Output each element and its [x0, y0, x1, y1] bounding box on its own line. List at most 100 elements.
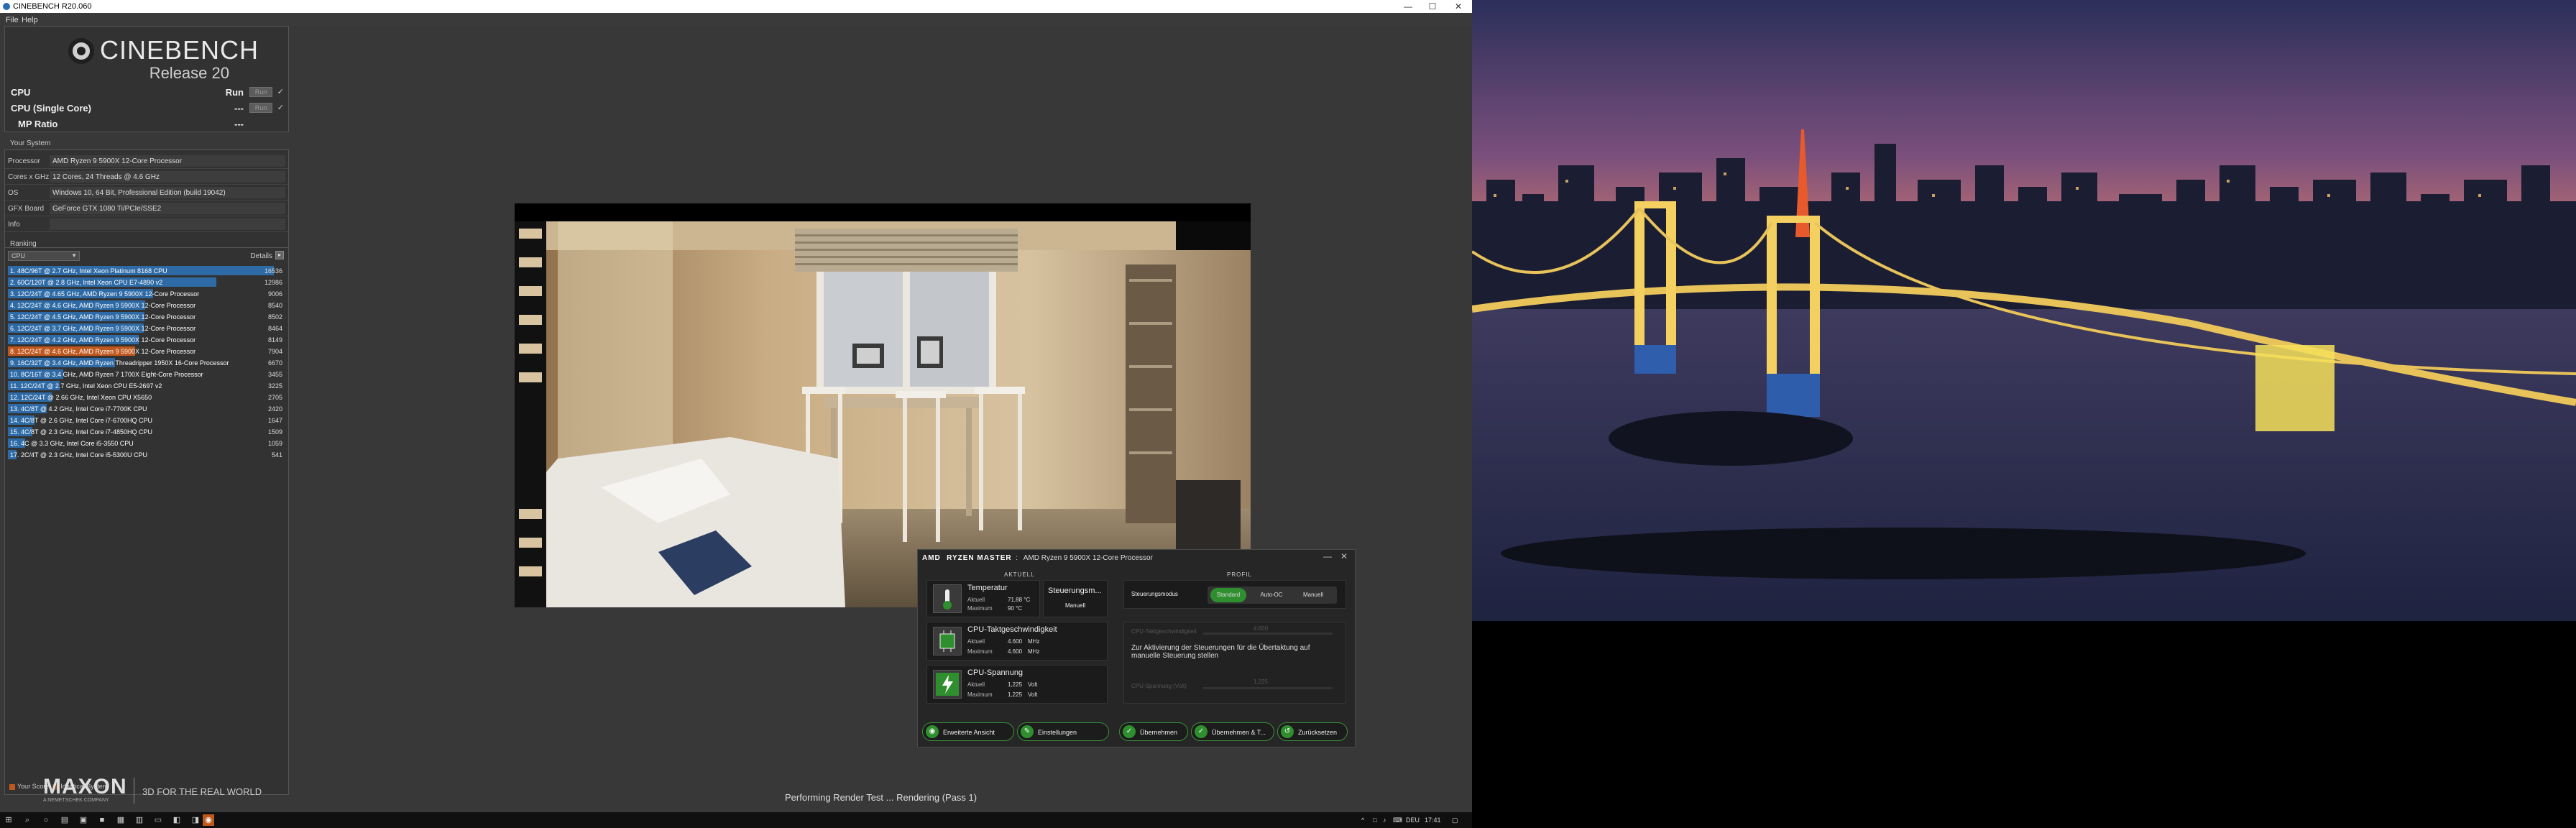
faded-voltage-label: CPU-Spannung (Volt) — [1131, 683, 1187, 689]
clock-max-value: 4.600 — [1008, 648, 1023, 655]
ranking-item[interactable]: 14. 4C/8T @ 2.6 GHz, Intel Core i7-6700H… — [8, 415, 285, 426]
expanded-view-button[interactable]: ◉ Erweiterte Ansicht — [922, 722, 1014, 741]
system-value: GeForce GTX 1080 Ti/PCIe/SSE2 — [50, 203, 285, 214]
clock-max-unit: MHz — [1028, 648, 1040, 655]
ranking-item-text: 17. 2C/4T @ 2.3 GHz, Intel Core i5-5300U… — [10, 451, 148, 459]
ranking-item-text: 11. 12C/24T @ 2.7 GHz, Intel Xeon CPU E5… — [10, 382, 162, 390]
ranking-item-score: 541 — [271, 451, 282, 459]
voltage-label: CPU-Spannung — [967, 668, 1024, 677]
windows-start-icon[interactable]: ⊞ — [3, 814, 14, 826]
ranking-item-score: 8464 — [267, 325, 282, 332]
voltage-max-label: Maximum — [967, 691, 993, 698]
maximize-button[interactable]: ☐ — [1422, 0, 1443, 13]
app-icon-6[interactable]: ◧ — [171, 814, 183, 826]
system-value: Windows 10, 64 Bit, Professional Edition… — [50, 187, 285, 198]
input-language[interactable]: DEU — [1406, 816, 1420, 824]
ranking-item[interactable]: 10. 8C/16T @ 3.4 GHz, AMD Ryzen 7 1700X … — [8, 369, 285, 380]
window-title: CINEBENCH R20.060 — [13, 2, 92, 11]
system-box: Processor AMD Ryzen 9 5900X 12-Core Proce… — [4, 150, 289, 257]
app-icon-1[interactable]: ▤ — [59, 814, 70, 826]
ranking-item[interactable]: 7. 12C/24T @ 4.2 GHz, AMD Ryzen 9 5900X … — [8, 334, 285, 346]
system-value: AMD Ryzen 9 5900X 12-Core Processor — [50, 155, 285, 167]
bench-single-run-button[interactable]: Run — [249, 103, 272, 113]
info-field[interactable] — [50, 218, 285, 230]
system-row: OS Windows 10, 64 Bit, Professional Editi… — [5, 185, 288, 201]
settings-label: Einstellungen — [1038, 729, 1077, 736]
ranking-item[interactable]: 3. 12C/24T @ 4.65 GHz, AMD Ryzen 9 5900X… — [8, 288, 285, 300]
faded-clock-label: CPU-Taktgeschwindigkeit — [1131, 628, 1197, 635]
ranking-item[interactable]: 8. 12C/24T @ 4.6 GHz, AMD Ryzen 9 5900X … — [8, 346, 285, 357]
app-icon-5[interactable]: ▥ — [134, 814, 145, 826]
status-text: Performing Render Test ... Rendering (Pa… — [785, 792, 978, 803]
maxon-tagline: 3D FOR THE REAL WORLD — [142, 786, 262, 797]
ranking-item-text: 6. 12C/24T @ 3.7 GHz, AMD Ryzen 9 5900X … — [10, 325, 196, 332]
ryzen-minimize-button[interactable]: — — [1323, 551, 1332, 561]
ranking-item-text: 13. 4C/8T @ 4.2 GHz, Intel Core i7-7700K… — [10, 405, 147, 413]
app-icon-7[interactable]: ◨ — [190, 814, 201, 826]
bench-single-checkbox[interactable]: ✓ — [277, 103, 284, 112]
notification-icon[interactable]: ▢ — [1452, 816, 1458, 824]
ranking-item-score: 8502 — [267, 313, 282, 321]
tray-chevron-icon[interactable]: ^ — [1361, 816, 1364, 824]
network-icon[interactable]: □ — [1373, 816, 1376, 824]
bench-mp-value: --- — [234, 119, 244, 129]
mode-manual[interactable]: Manuell — [1294, 588, 1333, 602]
system-value: 12 Cores, 24 Threads @ 4.6 GHz — [50, 171, 285, 183]
task-view-icon[interactable]: ○ — [40, 814, 52, 826]
expanded-view-label: Erweiterte Ansicht — [943, 729, 995, 736]
menu-file[interactable]: File — [6, 16, 19, 24]
ranking-item-score: 1509 — [267, 428, 282, 436]
ranking-item-score: 8540 — [267, 302, 282, 309]
close-button[interactable]: ✕ — [1448, 0, 1469, 13]
settings-button[interactable]: ✎ Einstellungen — [1017, 722, 1109, 741]
mode-auto-oc[interactable]: Auto-OC — [1252, 588, 1291, 602]
ranking-item-score: 6670 — [267, 359, 282, 367]
ranking-select[interactable]: CPU ▼ — [8, 251, 80, 261]
ranking-item[interactable]: 16. 4C @ 3.3 GHz, Intel Core i5-3550 CPU… — [8, 438, 285, 449]
minimize-button[interactable]: — — [1397, 0, 1419, 13]
maxon-logo: MAXON — [43, 775, 127, 799]
ranking-item[interactable]: 11. 12C/24T @ 2.7 GHz, Intel Xeon CPU E5… — [8, 380, 285, 392]
apply-test-label: Übernehmen & T... — [1212, 729, 1266, 736]
ranking-item[interactable]: 9. 16C/32T @ 3.4 GHz, AMD Ryzen Threadri… — [8, 357, 285, 369]
cinebench-logo-icon — [68, 38, 94, 64]
app-icon-3[interactable]: ■ — [96, 814, 108, 826]
screen: CINEBENCH R20.060 — ☐ ✕ File Help CINEBE… — [0, 0, 2576, 828]
folder-icon[interactable]: ▭ — [152, 814, 164, 826]
clock-time[interactable]: 17:41 — [1425, 816, 1441, 824]
clock-label: CPU-Taktgeschwindigkeit — [967, 625, 1057, 634]
your-score-swatch — [9, 783, 15, 790]
ranking-item[interactable]: 4. 12C/24T @ 4.6 GHz, AMD Ryzen 9 5900X … — [8, 300, 285, 311]
ranking-item[interactable]: 13. 4C/8T @ 4.2 GHz, Intel Core i7-7700K… — [8, 403, 285, 415]
details-toggle-button[interactable]: ▸ — [275, 251, 284, 259]
mode-segmented-control: Standard Auto-OC Manuell — [1208, 586, 1337, 604]
ranking-item[interactable]: 17. 2C/4T @ 2.3 GHz, Intel Core i5-5300U… — [8, 449, 285, 461]
system-title: Your System — [10, 139, 51, 147]
desktop-wallpaper — [1472, 0, 2576, 621]
mode-standard[interactable]: Standard — [1210, 588, 1246, 602]
ranking-item[interactable]: 1. 48C/96T @ 2.7 GHz, Intel Xeon Platinu… — [8, 265, 285, 277]
search-icon[interactable]: ⌕ — [22, 814, 33, 826]
bench-cpu-run-button[interactable]: Run — [249, 87, 272, 97]
ranking-item[interactable]: 15. 4C/8T @ 2.3 GHz, Intel Core i7-4850H… — [8, 426, 285, 438]
ryzen-close-button[interactable]: ✕ — [1340, 551, 1348, 561]
cinebench-taskbar-icon[interactable]: ◉ — [203, 814, 214, 826]
volume-icon[interactable]: ♪ — [1383, 816, 1386, 824]
menu-help[interactable]: Help — [22, 16, 38, 24]
apply-button[interactable]: ✓ Übernehmen — [1119, 722, 1188, 741]
bench-cpu-checkbox[interactable]: ✓ — [277, 87, 284, 96]
ryzen-master-window: AMD RYZEN MASTER : AMD Ryzen 9 5900X 12-… — [917, 549, 1356, 748]
app-icon-2[interactable]: ▣ — [78, 814, 89, 826]
ranking-item[interactable]: 12. 12C/24T @ 2.66 GHz, Intel Xeon CPU X… — [8, 392, 285, 403]
ranking-item[interactable]: 5. 12C/24T @ 4.5 GHz, AMD Ryzen 9 5900X … — [8, 311, 285, 323]
ranking-item[interactable]: 6. 12C/24T @ 3.7 GHz, AMD Ryzen 9 5900X … — [8, 323, 285, 334]
ranking-item-score: 8149 — [267, 336, 282, 344]
app-icon-4[interactable]: ▦ — [115, 814, 126, 826]
keyboard-icon[interactable]: ⌨ — [1393, 816, 1402, 824]
system-row: Info — [5, 216, 288, 232]
apply-test-button[interactable]: ✓ Übernehmen & T... — [1191, 722, 1274, 741]
reset-button[interactable]: ↺ Zurücksetzen — [1277, 722, 1348, 741]
ranking-item-text: 12. 12C/24T @ 2.66 GHz, Intel Xeon CPU X… — [10, 394, 152, 401]
ranking-item[interactable]: 2. 60C/120T @ 2.8 GHz, Intel Xeon CPU E7… — [8, 277, 285, 288]
voltage-cur-value: 1,225 — [1008, 681, 1023, 688]
